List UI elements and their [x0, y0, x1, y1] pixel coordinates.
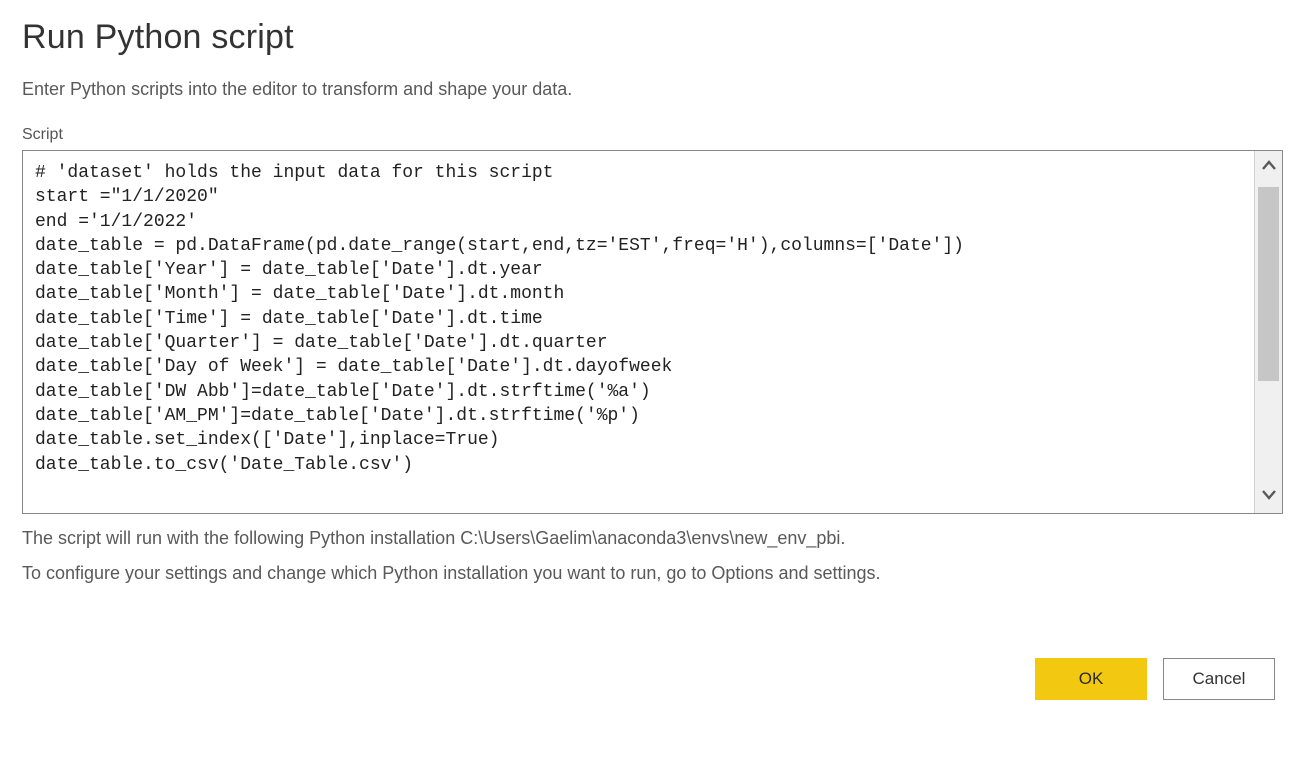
chevron-down-icon — [1261, 485, 1277, 508]
python-install-path-info: The script will run with the following P… — [22, 524, 1283, 553]
chevron-up-icon — [1261, 157, 1277, 180]
script-editor-container: # 'dataset' holds the input data for thi… — [22, 150, 1283, 514]
scroll-down-button[interactable] — [1255, 479, 1282, 513]
scroll-thumb[interactable] — [1258, 187, 1279, 381]
script-editor[interactable]: # 'dataset' holds the input data for thi… — [23, 151, 1254, 513]
vertical-scrollbar[interactable] — [1254, 151, 1282, 513]
dialog-button-row: OK Cancel — [22, 658, 1283, 700]
cancel-button[interactable]: Cancel — [1163, 658, 1275, 700]
script-label: Script — [22, 126, 1283, 144]
dialog-description: Enter Python scripts into the editor to … — [22, 79, 1283, 100]
run-python-script-dialog: Run Python script Enter Python scripts i… — [22, 18, 1283, 700]
ok-button[interactable]: OK — [1035, 658, 1147, 700]
scroll-up-button[interactable] — [1255, 151, 1282, 185]
configure-settings-info: To configure your settings and change wh… — [22, 559, 1283, 588]
dialog-title: Run Python script — [22, 18, 1283, 57]
scroll-track[interactable] — [1255, 185, 1282, 479]
